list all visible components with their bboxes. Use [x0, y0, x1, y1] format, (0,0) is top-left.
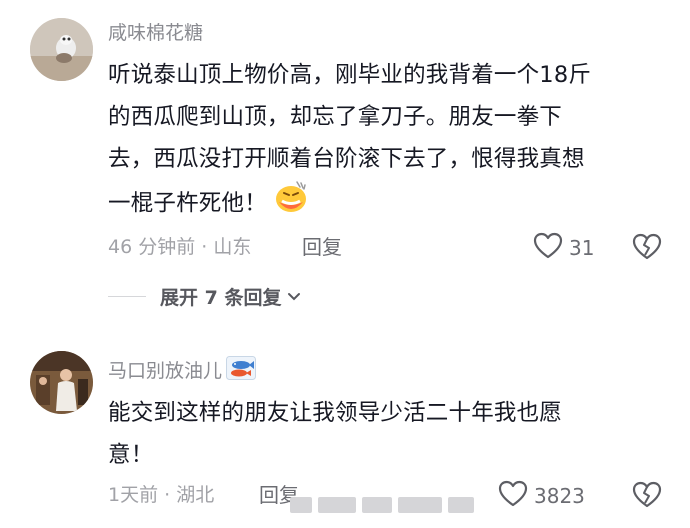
watermark-block — [398, 497, 442, 513]
comment-text-line: 能交到这样的朋友让我领导少活二十年我也愿 — [108, 400, 563, 426]
dislike-button[interactable] — [632, 481, 662, 513]
comment-location: 湖北 — [176, 484, 215, 506]
comment-text: 听说泰山顶上物价高，刚毕业的我背着一个18斤 的西瓜爬到山顶，却忘了拿刀子。朋友… — [108, 54, 653, 228]
fish-kite-badge-icon — [226, 356, 257, 387]
reply-button[interactable]: 回复 — [302, 234, 342, 260]
comment-item: 咸味棉花糖 听说泰山顶上物价高，刚毕业的我背着一个18斤 的西瓜爬到山顶，却忘了… — [0, 0, 690, 320]
like-count: 31 — [569, 236, 595, 260]
comment-text-line: 听说泰山顶上物价高，刚毕业的我背着一个18斤 — [108, 62, 592, 88]
avatar-image — [30, 351, 93, 414]
avatar-image — [30, 18, 93, 81]
broken-heart-icon — [632, 233, 662, 260]
like-button[interactable]: 31 — [533, 232, 594, 264]
comment-text: 能交到这样的朋友让我领导少活二十年我也愿 意！ — [108, 392, 653, 476]
comment-username[interactable]: 咸味棉花糖 — [108, 20, 203, 46]
expand-divider — [108, 296, 146, 297]
comment-time: 1天前 — [108, 484, 159, 506]
watermark-block — [362, 497, 392, 513]
comment-meta: 46 分钟前 · 山东 — [108, 234, 251, 260]
avatar[interactable] — [30, 18, 93, 81]
like-count: 3823 — [534, 484, 585, 508]
watermark-block — [318, 497, 356, 513]
avatar[interactable] — [30, 351, 93, 414]
comment-time: 46 分钟前 — [108, 236, 196, 258]
like-button[interactable]: 3823 — [498, 480, 585, 512]
meta-separator: · — [195, 236, 214, 258]
broken-heart-icon — [632, 481, 662, 508]
heart-icon — [498, 480, 528, 512]
comment-text-line: 的西瓜爬到山顶，却忘了拿刀子。朋友一拳下 — [108, 104, 563, 130]
expand-replies-button[interactable]: 展开 7 条回复 — [108, 283, 301, 310]
comment-text-line: 去，西瓜没打开顺着台阶滚下去了，恨得我真想 — [108, 146, 585, 172]
meta-separator: · — [158, 484, 177, 506]
watermark-block — [448, 497, 474, 513]
comment-location: 山东 — [213, 236, 252, 258]
comment-username[interactable]: 马口别放油儿 — [108, 356, 257, 387]
dislike-button[interactable] — [632, 233, 662, 265]
watermark-overlay — [290, 497, 474, 513]
expand-replies-label: 展开 7 条回复 — [160, 287, 282, 309]
comment-text-line: 意！ — [108, 442, 154, 468]
grimacing-face-icon — [273, 180, 309, 228]
comment-text-line: 一棍子杵死他！ — [108, 180, 653, 228]
comment-meta: 1天前 · 湖北 — [108, 482, 214, 508]
watermark-block — [290, 497, 312, 513]
chevron-down-icon — [287, 287, 301, 306]
heart-icon — [533, 232, 563, 264]
